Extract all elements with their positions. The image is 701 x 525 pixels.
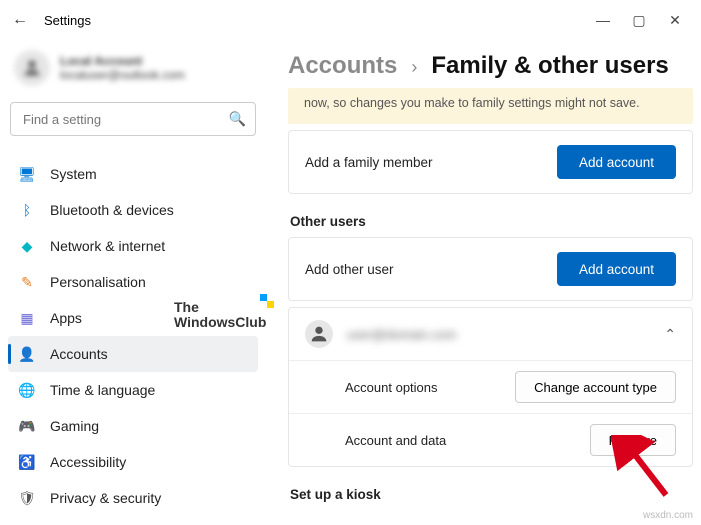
system-icon: 🖥 [18,165,36,183]
search-container: 🔍 [10,102,256,136]
user-avatar-icon [14,50,50,86]
sidebar-item-personalisation[interactable]: ✎ Personalisation [8,264,258,300]
accounts-icon: 👤 [18,345,36,363]
accessibility-icon: ♿ [18,453,36,471]
sidebar-item-label: Gaming [50,418,99,434]
sidebar-item-accessibility[interactable]: ♿ Accessibility [8,444,258,480]
account-data-label: Account and data [345,433,446,448]
sidebar-item-label: Privacy & security [50,490,161,506]
add-other-label: Add other user [305,262,394,277]
sidebar-item-label: Accounts [50,346,108,362]
sidebar-item-label: System [50,166,97,182]
person-icon [305,320,333,348]
window-title: Settings [44,13,91,28]
chevron-up-icon: ⌃ [664,326,676,343]
sidebar-item-label: Bluetooth & devices [50,202,174,218]
breadcrumb-parent[interactable]: Accounts [288,52,397,80]
watermark-logo: TheWindowsClub [174,300,266,331]
network-icon: ◆ [18,237,36,255]
footer-watermark: wsxdn.com [643,510,693,521]
add-family-label: Add a family member [305,155,433,170]
other-users-heading: Other users [290,214,691,229]
page-title: Family & other users [431,52,668,80]
sidebar-item-label: Time & language [50,382,155,398]
personalisation-icon: ✎ [18,273,36,291]
minimize-button[interactable]: — [593,12,613,29]
gaming-icon: 🎮 [18,417,36,435]
sidebar-item-bluetooth[interactable]: ᛒ Bluetooth & devices [8,192,258,228]
back-button[interactable]: ← [8,11,32,29]
sidebar-item-time[interactable]: 🌐 Time & language [8,372,258,408]
add-other-account-button[interactable]: Add account [557,252,676,286]
chevron-right-icon: › [411,57,417,78]
bluetooth-icon: ᛒ [18,201,36,219]
time-icon: 🌐 [18,381,36,399]
privacy-icon: 🛡 [18,489,36,507]
search-input[interactable] [10,102,256,136]
change-account-type-button[interactable]: Change account type [515,371,676,403]
main-content: Accounts › Family & other users now, so … [268,40,701,525]
search-icon: 🔍 [229,111,246,128]
sidebar-item-label: Apps [50,310,82,326]
close-button[interactable]: ✕ [665,12,685,29]
warning-banner: now, so changes you make to family setti… [288,88,693,124]
user-name: Local Account [60,54,185,68]
titlebar: ← Settings — ▢ ✕ [0,0,701,40]
window-controls: — ▢ ✕ [593,12,693,29]
account-data-row: Account and data Remove [289,413,692,466]
add-family-account-button[interactable]: Add account [557,145,676,179]
add-other-user-card: Add other user Add account [288,237,693,301]
user-email: localuser@outlook.com [60,68,185,82]
current-user[interactable]: Local Account localuser@outlook.com [8,46,258,90]
other-user-item: user@domain.com ⌃ Account options Change… [288,307,693,467]
account-options-label: Account options [345,380,438,395]
other-user-header[interactable]: user@domain.com ⌃ [289,308,692,360]
other-user-name: user@domain.com [347,327,650,342]
add-family-member-card: Add a family member Add account [288,130,693,194]
breadcrumb: Accounts › Family & other users [288,52,693,80]
sidebar-item-label: Personalisation [50,274,146,290]
sidebar-item-gaming[interactable]: 🎮 Gaming [8,408,258,444]
sidebar-item-accounts[interactable]: 👤 Accounts [8,336,258,372]
apps-icon: ▦ [18,309,36,327]
sidebar-item-label: Accessibility [50,454,126,470]
maximize-button[interactable]: ▢ [629,12,649,29]
sidebar-item-system[interactable]: 🖥 System [8,156,258,192]
sidebar-item-privacy[interactable]: 🛡 Privacy & security [8,480,258,516]
sidebar-item-label: Network & internet [50,238,165,254]
kiosk-heading: Set up a kiosk [290,487,691,502]
sidebar: Local Account localuser@outlook.com 🔍 🖥 S… [0,40,268,525]
remove-button[interactable]: Remove [590,424,676,456]
sidebar-item-network[interactable]: ◆ Network & internet [8,228,258,264]
account-options-row: Account options Change account type [289,360,692,413]
nav-list: 🖥 System ᛒ Bluetooth & devices ◆ Network & in… [8,156,258,516]
